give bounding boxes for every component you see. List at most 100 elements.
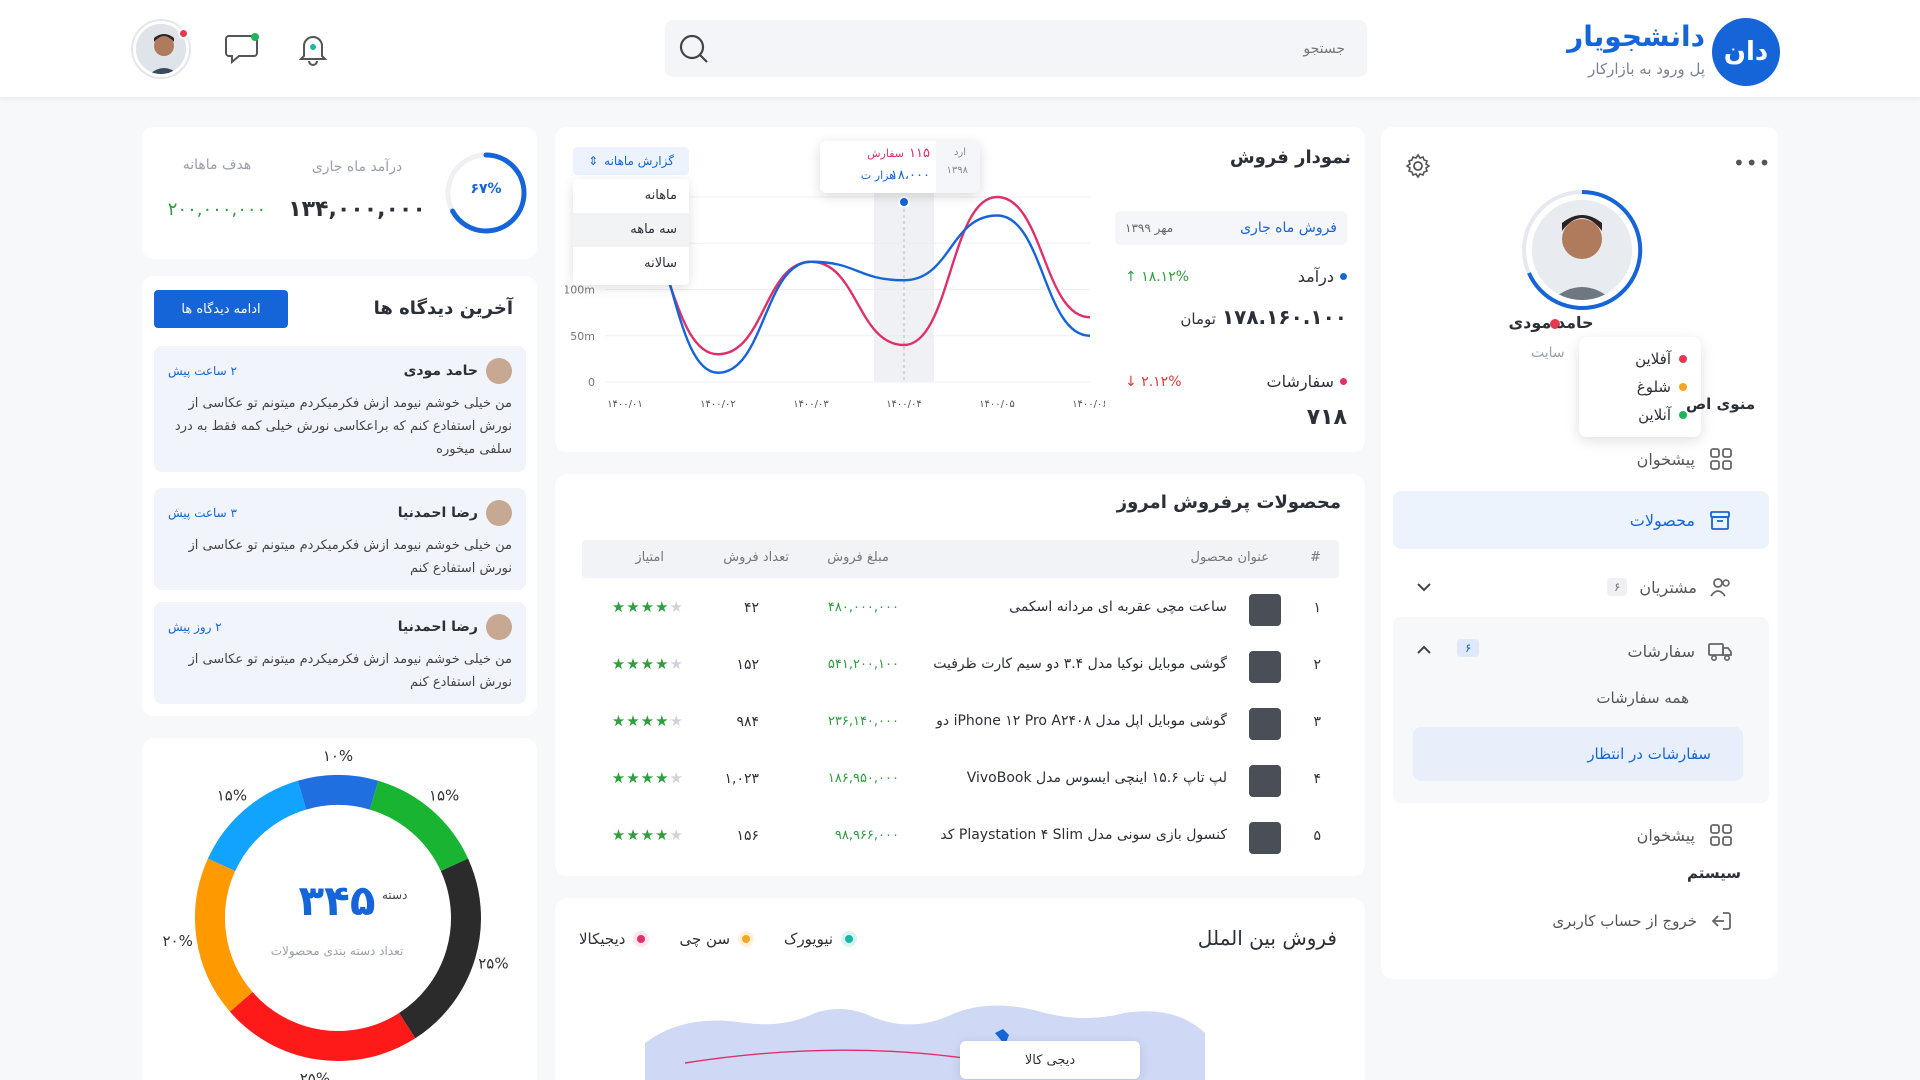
orders-badge: ۶ bbox=[1457, 639, 1480, 657]
revenue-value-row: ۱۷۸.۱۶۰.۱۰۰ تومان bbox=[1125, 305, 1347, 329]
star-icon: ★ bbox=[669, 655, 684, 673]
phone-icon bbox=[1249, 708, 1281, 740]
users-icon bbox=[1710, 578, 1730, 597]
orders-label: سفارشات bbox=[1266, 372, 1334, 391]
table-row[interactable]: ۴ لپ تاپ ۱۵.۶ اینچی ایسوس مدل VivoBook ۱۸۶… bbox=[582, 753, 1339, 810]
col-title: عنوان محصول bbox=[1190, 550, 1269, 565]
revenue-dot bbox=[1340, 273, 1347, 280]
star-icon: ★ bbox=[655, 826, 670, 844]
table-row[interactable]: ۲ گوشی موبایل نوکیا مدل ۳.۴ دو سیم کارت ظ… bbox=[582, 639, 1339, 696]
search-input[interactable] bbox=[735, 20, 1345, 77]
top-bar: دان دانشجویار پل ورود به بازارکار bbox=[0, 0, 1920, 97]
sales-chart-title: نمودار فروش bbox=[1229, 147, 1351, 168]
star-icon: ★ bbox=[669, 826, 684, 844]
sidebar-item-dashboard[interactable]: پیشخوان bbox=[1401, 437, 1761, 481]
review-text: من خیلی خوشم نیومد ازش فکرمیکردم میتونم … bbox=[188, 652, 512, 690]
review-time: ۲ ساعت پیش bbox=[168, 364, 237, 378]
donut-label: ۱۵% bbox=[429, 787, 459, 805]
search-bar[interactable] bbox=[665, 20, 1367, 77]
star-icon: ★ bbox=[640, 598, 656, 616]
product-rating: ★★★★★ bbox=[612, 712, 684, 730]
chat-icon[interactable] bbox=[224, 30, 262, 66]
more-reviews-button[interactable]: ادامه دیدگاه ها bbox=[154, 290, 288, 328]
star-icon: ★ bbox=[611, 712, 627, 730]
logout-icon bbox=[1711, 912, 1731, 930]
product-title: لپ تاپ ۱۵.۶ اینچی ایسوس مدل VivoBook bbox=[966, 770, 1227, 786]
logout-link[interactable]: خروج از حساب کاربری bbox=[1401, 901, 1761, 941]
orders-value: ۷۱۸ bbox=[1306, 405, 1347, 430]
orders-change: ۲.۱۲% ↓ bbox=[1125, 373, 1182, 390]
revenue-value: ۱۷۸.۱۶۰.۱۰۰ bbox=[1221, 305, 1347, 329]
report-option-yearly[interactable]: سالانه bbox=[573, 247, 689, 281]
report-option-monthly[interactable]: ماهانه bbox=[573, 179, 689, 213]
grid-icon bbox=[1710, 824, 1732, 846]
donut-label: ۲۵% bbox=[300, 1069, 330, 1080]
y-tick-label: 50m bbox=[570, 330, 595, 343]
table-row[interactable]: ۱ ساعت مچی عقربه ای مردانه اسکمی ۴۸۰,۰۰۰,۰… bbox=[582, 582, 1339, 639]
tooltip-orders-value: ۱۱۵ bbox=[909, 146, 930, 161]
more-dots-icon[interactable]: ••• bbox=[1733, 151, 1771, 175]
report-dropdown[interactable]: گزارش ماهانه ⇕ bbox=[573, 147, 689, 175]
donut-label: ۲۰% bbox=[162, 932, 192, 950]
report-dropdown-menu: ماهانه سه ماهه سالانه bbox=[573, 179, 689, 285]
bell-icon[interactable] bbox=[296, 30, 330, 66]
legend-item: دیجیکالا bbox=[579, 930, 650, 948]
report-option-quarterly[interactable]: سه ماهه bbox=[573, 213, 689, 247]
status-option-online[interactable]: آنلاین bbox=[1593, 401, 1687, 429]
status-dot bbox=[1679, 355, 1687, 363]
product-title: ساعت مچی عقربه ای مردانه اسکمی bbox=[1009, 599, 1227, 615]
col-num: # bbox=[1310, 550, 1321, 565]
row-num: ۳ bbox=[1313, 714, 1321, 730]
x-tick-label: ۱۴۰۰/۰۴ bbox=[886, 399, 922, 410]
sidebar-item-label: سفارشات bbox=[1627, 641, 1695, 661]
subitem-all-orders[interactable]: همه سفارشات bbox=[1401, 689, 1689, 707]
x-tick-label: ۱۴۰۰/۰۱ bbox=[607, 399, 643, 410]
sidebar-item-products[interactable]: محصولات bbox=[1393, 491, 1769, 549]
status-option-busy[interactable]: شلوغ bbox=[1593, 373, 1687, 401]
profile-avatar[interactable] bbox=[1519, 187, 1645, 313]
legend-label: دیجیکالا bbox=[579, 930, 626, 948]
profile-name: حامد مودی bbox=[1508, 313, 1594, 332]
reviewer-avatar bbox=[486, 614, 512, 640]
sidebar-item-customers[interactable]: مشتریان ۶ bbox=[1401, 565, 1761, 609]
current-revenue-label: درآمد ماه جاری bbox=[311, 159, 403, 175]
tooltip-sales-value: ۱۸،۰۰۰ bbox=[890, 168, 930, 183]
subitem-pending-orders[interactable]: سفارشات در انتظار bbox=[1413, 727, 1743, 781]
reviewer-avatar bbox=[486, 500, 512, 526]
star-icon: ★ bbox=[655, 655, 670, 673]
sidebar-item-label: پیشخوان bbox=[1636, 825, 1695, 845]
avatar-status-dot bbox=[178, 28, 189, 39]
reviewer-name: رضا احمدنیا bbox=[397, 505, 478, 521]
donut-label: ۱۵% bbox=[217, 787, 247, 805]
row-num: ۱ bbox=[1313, 600, 1321, 616]
sidebar-item-label: محصولات bbox=[1629, 510, 1695, 530]
goal-percent: ۶۷% bbox=[470, 181, 502, 197]
customers-badge: ۶ bbox=[1606, 578, 1628, 596]
chevron-up-icon[interactable] bbox=[1415, 641, 1433, 659]
table-row[interactable]: ۵ کنسول بازی سونی مدل Playstation ۴ Slim … bbox=[582, 810, 1339, 867]
star-icon: ★ bbox=[640, 712, 656, 730]
settings-gear-icon[interactable] bbox=[1405, 153, 1431, 179]
sidebar-item-label: پیشخوان bbox=[1636, 449, 1695, 469]
series-line bbox=[624, 195, 1091, 356]
hover-point bbox=[898, 196, 910, 208]
product-rating: ★★★★★ bbox=[612, 598, 684, 616]
sidebar-item-orders[interactable]: سفارشات bbox=[1401, 629, 1761, 673]
table-row[interactable]: ۳ گوشی موبایل اپل مدل iPhone ۱۲ Pro A۲۴۰۸… bbox=[582, 696, 1339, 753]
product-count: ۴۲ bbox=[743, 600, 759, 616]
categories-center-value: ۳۴۵ bbox=[298, 876, 376, 925]
products-table-body: ۱ ساعت مچی عقربه ای مردانه اسکمی ۴۸۰,۰۰۰,۰… bbox=[582, 582, 1339, 867]
sidebar-item-dashboard-2[interactable]: پیشخوان bbox=[1401, 813, 1761, 857]
sort-arrows-icon: ⇕ bbox=[588, 154, 599, 168]
review-item: رضا احمدنیا ۲ روز پیش من خیلی خوشم نیومد… bbox=[154, 602, 526, 704]
status-option-offline[interactable]: آفلاین bbox=[1593, 345, 1687, 373]
revenue-row: درآمد ۱۸.۱۲% ↑ bbox=[1125, 267, 1347, 286]
map-popup: دیجی کالا bbox=[960, 1041, 1140, 1079]
tooltip-date: ارد bbox=[953, 147, 966, 158]
logout-label: خروج از حساب کاربری bbox=[1552, 912, 1697, 930]
search-icon[interactable] bbox=[677, 32, 711, 66]
chevron-down-icon[interactable] bbox=[1415, 578, 1433, 596]
current-period: مهر ۱۳۹۹ bbox=[1125, 221, 1174, 235]
orders-dot bbox=[1340, 378, 1347, 385]
x-tick-label: ۱۴۰۰/۰۵ bbox=[979, 399, 1015, 410]
